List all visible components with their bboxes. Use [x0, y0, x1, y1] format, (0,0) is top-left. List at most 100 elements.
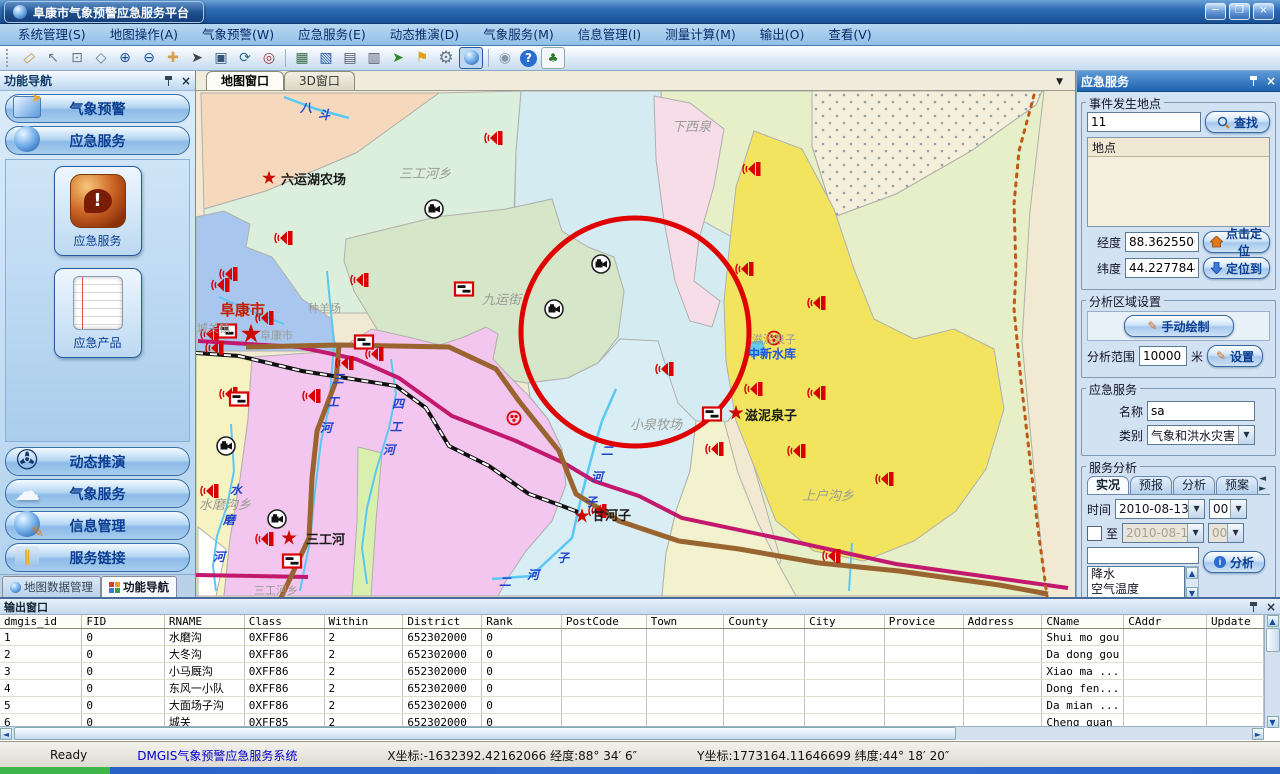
chevron-down-icon[interactable]: ▼	[1188, 500, 1204, 518]
scroll-up-icon[interactable]: ▲	[1267, 615, 1279, 627]
measure-ruler-icon[interactable]: ▭	[14, 43, 44, 72]
scroll-down-icon[interactable]: ▼	[1267, 716, 1279, 728]
scroll-right-icon[interactable]: ►	[1252, 728, 1264, 740]
column-header[interactable]: Within	[324, 615, 403, 629]
map-tab-3D窗口[interactable]: 3D窗口	[284, 71, 355, 90]
column-header[interactable]: County	[724, 615, 805, 629]
globe-tool-icon[interactable]	[459, 47, 483, 69]
table-row[interactable]: 20大冬沟0XFF8626523020000Da dong gou	[0, 646, 1264, 663]
camera-marker[interactable]	[592, 255, 610, 273]
chevron-down-icon[interactable]: ▼	[1230, 500, 1246, 518]
place-pin-icon[interactable]: ⚑	[411, 48, 433, 68]
shortcut-应急服务[interactable]: !应急服务	[54, 166, 142, 256]
factor-filter-combobox[interactable]	[1087, 547, 1199, 564]
analysis-tab-分析[interactable]: 分析	[1173, 476, 1215, 494]
column-header[interactable]: dmgis_id	[0, 615, 82, 629]
date-dropdown[interactable]: 2010-08-13▼	[1115, 499, 1205, 519]
goto-location-button[interactable]: 定位到	[1203, 257, 1270, 279]
table-row[interactable]: 30小马厩沟0XFF8626523020000Xiao ma ...	[0, 663, 1264, 680]
menu-item[interactable]: 信息管理(I)	[566, 24, 653, 45]
camera-marker[interactable]	[217, 437, 235, 455]
camera-marker[interactable]	[545, 300, 563, 318]
refresh-icon[interactable]: ⟳	[234, 48, 256, 68]
print-preview-icon[interactable]: ▥	[363, 48, 385, 68]
zoom-out-icon[interactable]: ⊖	[138, 48, 160, 68]
sidebar-group-服务链接[interactable]: ‖服务链接	[5, 543, 190, 572]
scroll-left-icon[interactable]: ◄	[0, 728, 12, 740]
menu-item[interactable]: 输出(O)	[748, 24, 817, 45]
column-header[interactable]: RNAME	[164, 615, 244, 629]
map-canvas[interactable]: 六运湖农场三工河乡下西泉九运街阜康市种羊场城关镇阜康市水磨沟乡三工河甘河子滋泥泉…	[196, 91, 1074, 598]
close-icon[interactable]: ×	[1266, 75, 1276, 87]
column-header[interactable]: Rank	[482, 615, 562, 629]
pin-icon[interactable]	[1248, 75, 1260, 87]
select-rect-icon[interactable]: ⊡	[66, 48, 88, 68]
set-range-button[interactable]: ✎ 设置	[1207, 345, 1263, 367]
end-date-dropdown[interactable]: 2010-08-13▼	[1122, 523, 1204, 543]
sidebar-group-应急服务[interactable]: 应急服务	[5, 126, 190, 155]
scrollbar-thumb[interactable]	[1266, 628, 1280, 652]
select-cursor-icon[interactable]: ↖	[42, 48, 64, 68]
pin-icon[interactable]	[1248, 601, 1260, 613]
sidebar-group-动态推演[interactable]: ✇动态推演	[5, 447, 190, 476]
zoom-in-icon[interactable]: ⊕	[114, 48, 136, 68]
tab-overflow-icon[interactable]: ▼	[1056, 77, 1063, 87]
output-table[interactable]: dmgis_idFIDRNAMEClassWithinDistrictRankP…	[0, 615, 1264, 728]
flag-marker[interactable]	[455, 283, 473, 296]
hour-dropdown[interactable]: 00▼	[1209, 499, 1247, 519]
close-button[interactable]: ×	[1253, 3, 1274, 20]
sidebar-group-信息管理[interactable]: 信息管理	[5, 511, 190, 540]
toolbar-grip[interactable]	[6, 49, 13, 67]
tab-功能导航[interactable]: 功能导航	[101, 576, 177, 597]
column-header[interactable]: City	[805, 615, 885, 629]
column-header[interactable]: CName	[1042, 615, 1124, 629]
latitude-input[interactable]	[1125, 258, 1199, 278]
flag-marker[interactable]	[230, 393, 248, 406]
flag-marker[interactable]	[355, 336, 373, 349]
range-input[interactable]	[1139, 346, 1187, 366]
flag-marker[interactable]	[703, 408, 721, 421]
help-icon[interactable]: ?	[520, 50, 537, 67]
menu-item[interactable]: 测量计算(M)	[653, 24, 748, 45]
analysis-tab-预报[interactable]: 预报	[1130, 476, 1172, 494]
chevron-down-icon[interactable]: ▼	[1227, 524, 1243, 542]
location-list[interactable]: 地点	[1087, 137, 1270, 227]
column-header[interactable]: CAddr	[1124, 615, 1207, 629]
pin-icon[interactable]	[163, 75, 175, 87]
close-icon[interactable]: ×	[181, 75, 191, 87]
settings-gear-icon[interactable]: ⚙	[435, 48, 457, 68]
pan-hand-icon[interactable]: ✚	[162, 48, 184, 68]
click-locate-button[interactable]: 点击定位	[1203, 231, 1270, 253]
end-hour-dropdown[interactable]: 00▼	[1208, 523, 1244, 543]
restore-button[interactable]: ❐	[1229, 3, 1250, 20]
menu-item[interactable]: 动态推演(D)	[378, 24, 471, 45]
tree-image-icon[interactable]: ♣	[541, 47, 565, 69]
menu-item[interactable]: 气象预警(W)	[190, 24, 286, 45]
menu-item[interactable]: 系统管理(S)	[6, 24, 98, 45]
service-name-input[interactable]	[1147, 401, 1255, 421]
full-extent-icon[interactable]: ▣	[210, 48, 232, 68]
to-checkbox[interactable]	[1087, 526, 1102, 541]
table-row[interactable]: 10水磨沟0XFF8626523020000Shui mo gou	[0, 629, 1264, 646]
analysis-tab-实况[interactable]: 实况	[1087, 476, 1129, 494]
factor-list-scrollbar[interactable]: ▲ ▼	[1185, 566, 1199, 600]
select-poly-icon[interactable]: ◇	[90, 48, 112, 68]
identify-icon[interactable]: ◎	[258, 48, 280, 68]
factor-item[interactable]: 降水	[1088, 567, 1184, 582]
tab-地图数据管理[interactable]: 地图数据管理	[2, 576, 101, 597]
chevron-down-icon[interactable]: ▼	[1238, 426, 1254, 444]
minimize-button[interactable]: ─	[1205, 3, 1226, 20]
column-header[interactable]: Update	[1206, 615, 1263, 629]
menu-item[interactable]: 查看(V)	[816, 24, 883, 45]
print-icon[interactable]: ▤	[339, 48, 361, 68]
analysis-tab-预案[interactable]: 预案	[1216, 476, 1258, 494]
pointer-icon[interactable]: ➤	[186, 48, 208, 68]
column-header[interactable]: FID	[82, 615, 165, 629]
factor-item[interactable]: 空气温度	[1088, 582, 1184, 597]
green-pointer-icon[interactable]: ➤	[387, 48, 409, 68]
menu-item[interactable]: 地图操作(A)	[98, 24, 190, 45]
tab-scroll-arrows-icon[interactable]: ◄ ►	[1259, 474, 1270, 494]
export-image-icon[interactable]: ▧	[315, 48, 337, 68]
eye-icon[interactable]: ◉	[494, 48, 516, 68]
location-search-input[interactable]	[1087, 112, 1201, 132]
